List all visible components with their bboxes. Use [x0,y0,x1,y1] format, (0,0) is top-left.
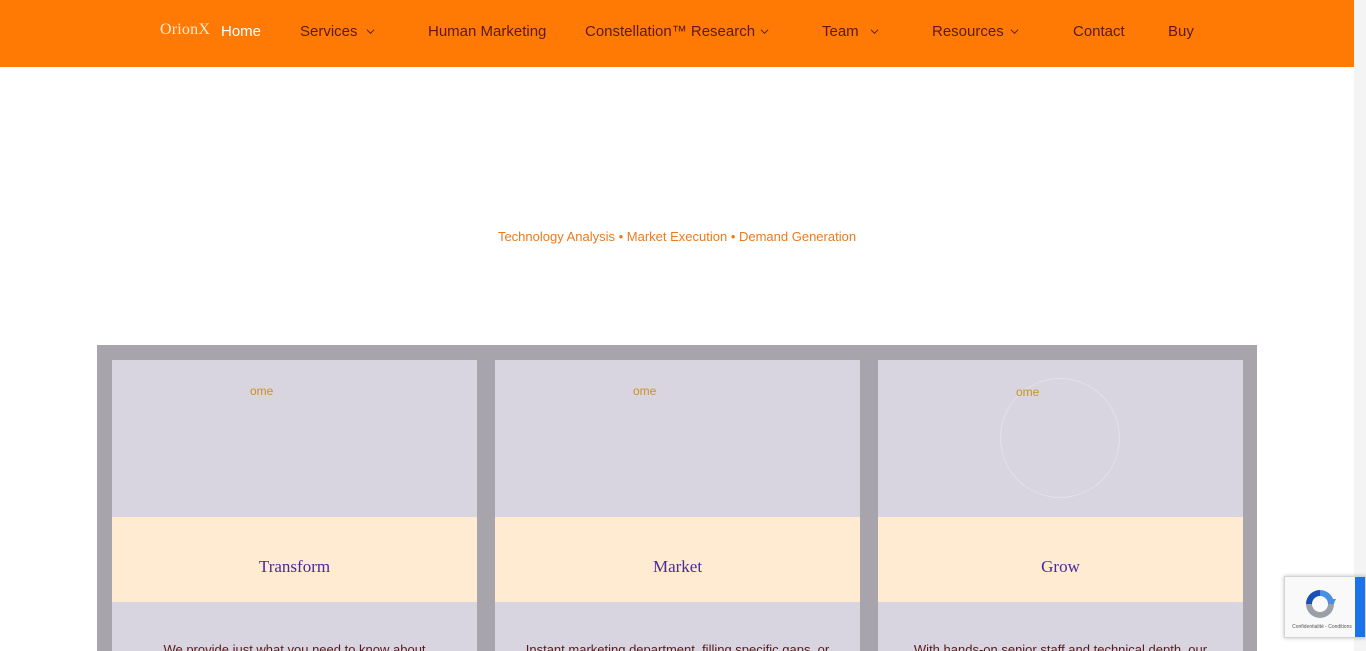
nav-item-buy[interactable]: Buy [1168,23,1194,40]
card-image-area: ome [495,360,860,517]
broken-image-alt-text: ome [1016,385,1040,399]
card-image-area: ome [112,360,477,517]
service-card-transform[interactable]: ome Transform We provide just what you n… [112,360,477,651]
chevron-down-icon[interactable] [366,27,375,36]
nav-item-home[interactable]: Home [221,23,261,40]
card-title[interactable]: Grow [878,517,1243,577]
chevron-down-icon[interactable] [1010,27,1019,36]
card-description-area: We provide just what you need to know ab… [112,602,477,651]
chevron-down-icon[interactable] [870,27,879,36]
card-title-band: Market [495,517,860,602]
nav-item-human-marketing[interactable]: Human Marketing [428,23,546,40]
broken-image-alt-text: ome [250,384,274,398]
nav-item-services[interactable]: Services [300,23,358,40]
recaptcha-badge[interactable]: Confidentialité - Conditions [1284,576,1366,638]
nav-item-contact[interactable]: Contact [1073,23,1125,40]
card-title-band: Grow [878,517,1243,602]
card-title[interactable]: Transform [112,517,477,577]
top-navigation-bar: OrionX Home Services Human Marketing Con… [0,0,1354,67]
card-image-area: ome [878,360,1243,517]
nav-item-team[interactable]: Team [822,23,859,40]
card-description-area: Instant marketing department, filling sp… [495,602,860,651]
chevron-down-icon[interactable] [760,27,769,36]
card-description: We provide just what you need to know ab… [163,642,426,651]
page-scrollbar[interactable] [1354,0,1366,651]
card-description: Instant marketing department, filling sp… [525,642,830,651]
nav-item-resources[interactable]: Resources [932,23,1004,40]
card-title-band: Transform [112,517,477,602]
recaptcha-privacy-terms-links[interactable]: Confidentialité - Conditions [1287,624,1357,630]
hero-tagline: Technology Analysis • Market Execution •… [497,229,857,244]
recaptcha-logo-icon [1306,590,1336,618]
card-title[interactable]: Market [495,517,860,577]
service-card-market[interactable]: ome Market Instant marketing department,… [495,360,860,651]
broken-image-alt-text: ome [633,384,657,398]
nav-item-constellation-research[interactable]: Constellation™ Research [585,23,755,40]
orionx-logo[interactable]: OrionX [160,21,210,39]
card-description: With hands-on senior staff and technical… [913,642,1208,651]
service-card-grow[interactable]: ome Grow With hands-on senior staff and … [878,360,1243,651]
card-description-area: With hands-on senior staff and technical… [878,602,1243,651]
